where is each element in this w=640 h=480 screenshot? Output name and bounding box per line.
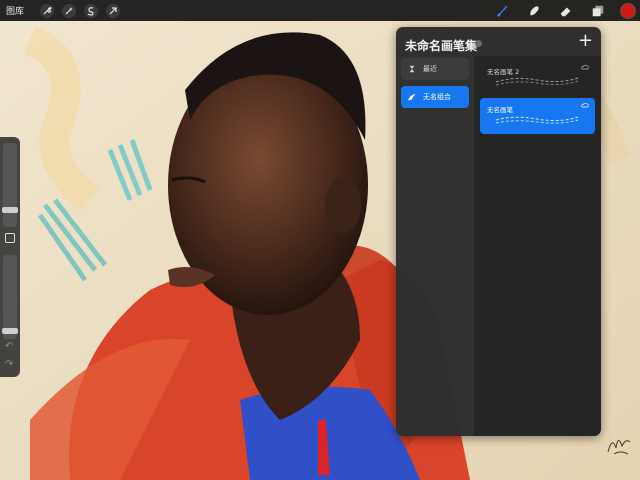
opacity-slider-thumb[interactable] <box>2 327 18 334</box>
brush-stroke-preview <box>495 77 579 86</box>
layers-icon[interactable] <box>590 3 606 19</box>
smudge-icon[interactable] <box>526 3 542 19</box>
sync-status-icon <box>475 40 482 47</box>
cloud-icon <box>581 102 589 108</box>
brush-set-recent[interactable]: 最近 <box>401 58 469 80</box>
brush-stroke-icon <box>406 93 418 101</box>
brush-set-label: 无名组合 <box>423 93 451 101</box>
wrench-icon[interactable] <box>40 3 54 18</box>
redo-icon[interactable]: ↷ <box>5 359 13 370</box>
brush-size-slider[interactable] <box>2 143 18 227</box>
transform-arrow-icon[interactable] <box>106 3 120 18</box>
square-icon[interactable] <box>5 233 15 243</box>
eraser-icon[interactable] <box>558 3 574 19</box>
brush-icon[interactable] <box>494 3 510 19</box>
brush-stroke-preview <box>495 116 579 124</box>
magic-wand-icon[interactable] <box>62 3 76 18</box>
brush-item[interactable]: 无名画笔 2 <box>480 60 595 94</box>
brush-set-unnamed[interactable]: 无名组合 <box>401 86 469 108</box>
left-sidebar: ↶ ↷ <box>0 137 20 377</box>
selection-icon[interactable] <box>84 3 98 18</box>
brush-set-label: 最近 <box>423 65 437 73</box>
hourglass-icon <box>406 65 418 73</box>
undo-icon[interactable]: ↶ <box>5 341 13 352</box>
brush-item-selected[interactable]: 无名画笔 <box>480 98 595 134</box>
artist-signature <box>607 440 631 455</box>
right-tools <box>478 0 640 21</box>
opacity-slider[interactable] <box>2 255 18 339</box>
brush-library-panel: 未命名画笔集 + 最近 无名组合 无名画笔 2 无名画笔 <box>396 27 601 436</box>
brush-sets-column <box>396 56 474 436</box>
size-slider-thumb[interactable] <box>2 206 18 213</box>
top-toolbar: 图库 <box>0 0 640 21</box>
color-picker-button[interactable] <box>620 2 636 19</box>
add-brush-button[interactable]: + <box>578 32 593 50</box>
cloud-icon <box>581 64 589 70</box>
gallery-button[interactable]: 图库 <box>6 4 32 17</box>
brush-library-title[interactable]: 未命名画笔集 <box>405 37 477 54</box>
